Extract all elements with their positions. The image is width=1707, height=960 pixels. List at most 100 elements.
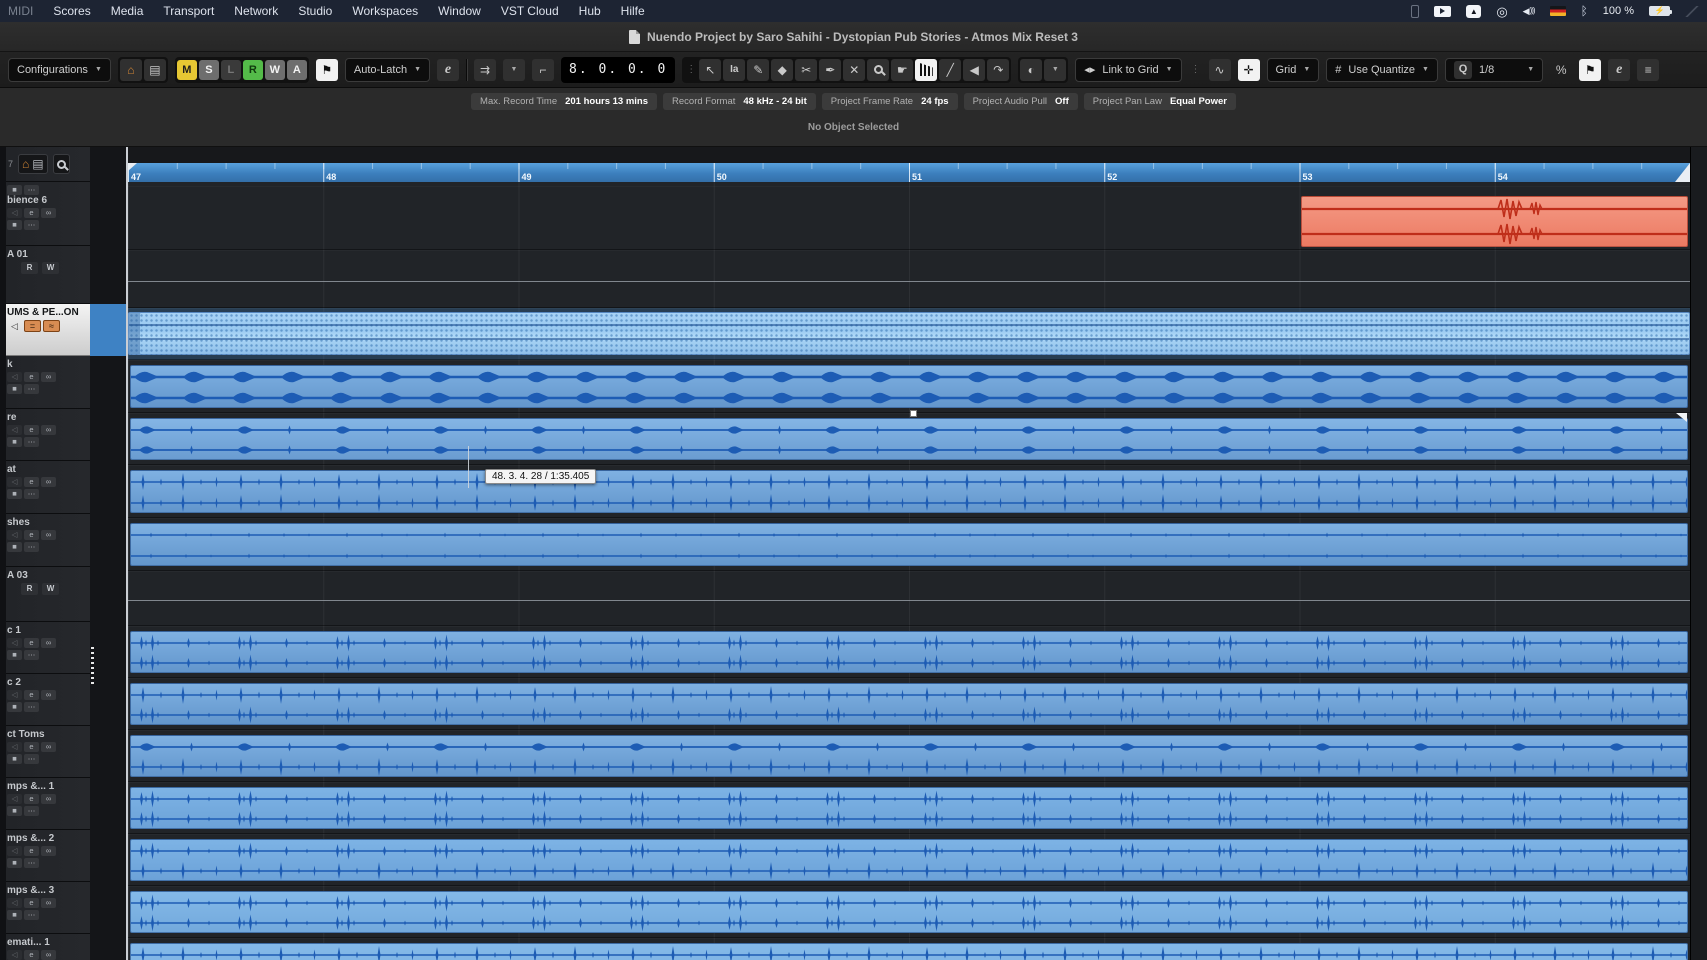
monitor-button[interactable]: ◁ [7,208,22,218]
event-volume-handle[interactable] [910,410,917,417]
app-box-icon[interactable]: ▲ [1466,5,1481,18]
w-button[interactable]: ■ [7,489,22,499]
monitor-button[interactable]: ◁ [7,530,22,540]
menu-midi[interactable]: MIDI [8,4,43,18]
autoscroll-options-button[interactable]: ▼ [503,59,525,81]
pads-button[interactable]: ⋯ [24,858,39,868]
audio-event[interactable] [130,683,1688,725]
panel-resize-handle[interactable] [91,647,94,687]
snap-to-zero-crossing-button[interactable]: ∿ [1209,59,1231,81]
read-all-button[interactable]: R [243,60,263,80]
color-options-button[interactable]: ▼ [1044,59,1066,81]
audio-event[interactable] [130,631,1688,673]
automation-settings-button[interactable]: e [437,59,459,81]
track-row-a03[interactable]: A 03 RW [6,567,90,622]
iterative-quantize-button[interactable]: % [1550,59,1572,81]
link-button[interactable]: ∞ [41,690,56,700]
monitor-button[interactable]: ◁ [7,638,22,648]
menu-vst-cloud[interactable]: VST Cloud [491,4,569,18]
list-icon[interactable]: ▤ [32,157,43,171]
split-tool-button[interactable]: ✂ [795,59,817,81]
bluetooth-icon[interactable]: ᛒ [1581,4,1588,18]
track-row-hat[interactable]: at ◁e∞ ■⋯ [6,461,90,514]
lane-perc1[interactable] [128,626,1690,678]
write-all-button[interactable]: W [265,60,285,80]
edit-channel-button[interactable]: e [24,690,39,700]
w-button[interactable]: ■ [7,437,22,447]
lane-stomps1[interactable] [128,782,1690,834]
snap-on-off-button[interactable]: ✛ [1238,59,1260,81]
track-row-crashes[interactable]: shes ◁e∞ ■⋯ [6,514,90,567]
snap-type-dropdown[interactable]: Grid▼ [1267,58,1320,82]
read-button[interactable]: R [21,262,38,274]
audio-event[interactable] [130,735,1688,777]
track-search-button[interactable] [53,154,70,174]
audio-event[interactable] [130,523,1688,566]
lane-a03[interactable] [128,571,1690,626]
menu-network[interactable]: Network [224,4,288,18]
quantize-value-dropdown[interactable]: Q1/8▼ [1445,58,1543,82]
lane-kick[interactable] [128,360,1690,413]
track-row-perc2[interactable]: c 2 ◁e∞ ■⋯ [6,674,90,726]
automation-curve-line[interactable] [128,281,1690,282]
audio-event[interactable] [130,943,1688,960]
quantize-panel-button[interactable]: e [1608,59,1630,81]
link-button[interactable]: ∞ [41,530,56,540]
edit-channel-button[interactable]: e [24,794,39,804]
mute-all-button[interactable]: M [177,60,197,80]
link-button[interactable]: ∞ [41,742,56,752]
w-button[interactable]: ■ [7,220,22,230]
track-row-a01[interactable]: A 01 RW [6,246,90,304]
monitor-button[interactable]: ◁ [7,425,22,435]
hand-tool-button[interactable]: ☛ [891,59,913,81]
track-row-stomps2[interactable]: mps &... 2 ◁e∞ ■⋯ [6,830,90,882]
monitor-button[interactable]: ◁ [7,794,22,804]
edit-channel-button[interactable]: e [24,742,39,752]
menu-workspaces[interactable]: Workspaces [342,4,428,18]
object-selection-tool-button[interactable]: ↖ [699,59,721,81]
monitor-button[interactable]: ◁ [7,321,22,331]
event-display-timeline[interactable]: 47 48 49 50 51 52 53 54 55 [128,147,1690,960]
link-button[interactable]: ∞ [41,846,56,856]
audio-event[interactable] [130,891,1688,933]
edit-channel-button[interactable]: e [24,530,39,540]
time-display[interactable]: 8. 0. 0. 0 [561,57,675,83]
lane-cinematic1[interactable] [128,938,1690,960]
w-button[interactable]: ■ [7,185,22,195]
pan-law-chip[interactable]: Project Pan LawEqual Power [1084,93,1236,110]
event-fade-corner[interactable] [1676,413,1687,422]
timeline-ruler[interactable]: 47 48 49 50 51 52 53 54 55 [128,163,1690,182]
audio-event-red[interactable] [1301,196,1688,247]
glue-tool-button[interactable]: ✒ [819,59,841,81]
menu-hilfe[interactable]: Hilfe [611,4,655,18]
track-list-setup-button[interactable]: ▤ [144,59,166,81]
scrub-tool-button[interactable] [915,59,937,81]
pads-button[interactable]: ⋯ [24,384,39,394]
monitor-button[interactable]: ◁ [7,372,22,382]
link-button[interactable]: ∞ [41,898,56,908]
track-row-drums-selected[interactable]: UMS & PE...ON ◁=≈ [6,304,90,356]
audio-event-selected[interactable] [130,418,1688,460]
pads-button[interactable]: ⋯ [24,910,39,920]
lane-hat[interactable] [128,465,1690,518]
audio-event[interactable] [130,470,1688,513]
w-button[interactable]: ■ [7,754,22,764]
track-row-toms[interactable]: ct Toms ◁e∞ ■⋯ [6,726,90,778]
autoscroll-button[interactable]: ⇉ [474,59,496,81]
menu-studio[interactable]: Studio [288,4,342,18]
pads-button[interactable]: ⋯ [24,437,39,447]
monitor-button[interactable]: ◁ [7,950,22,960]
draw-tool-button[interactable]: ✎ [747,59,769,81]
pads-button[interactable]: ⋯ [24,754,39,764]
menu-hub[interactable]: Hub [569,4,611,18]
track-row-perc1[interactable]: c 1 ◁e∞ ■⋯ [6,622,90,674]
edit-channel-button[interactable]: e [24,950,39,960]
audio-alignment-button[interactable]: ⚑ [1579,59,1601,81]
link-button[interactable]: ∞ [41,372,56,382]
lane-crashes[interactable] [128,518,1690,571]
record-format-chip[interactable]: Record Format48 kHz - 24 bit [663,93,816,110]
pads-button[interactable]: ⋯ [24,702,39,712]
track-row-ambience-6[interactable]: ■⋯ bience 6 ◁e∞ ■⋯ [6,182,90,246]
play-feedback-tool-button[interactable]: ◀ [963,59,985,81]
w-button[interactable]: ■ [7,858,22,868]
